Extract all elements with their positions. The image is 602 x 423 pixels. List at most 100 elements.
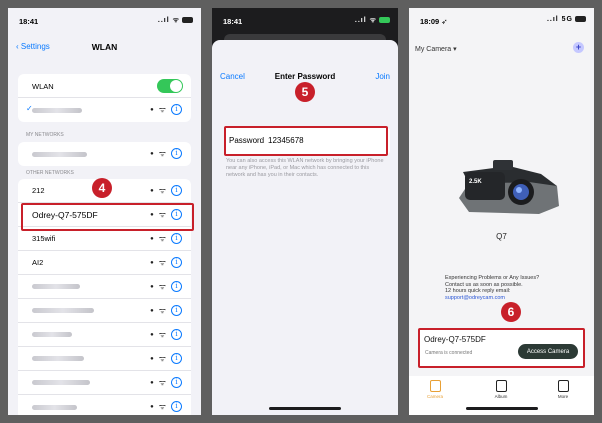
lock-icon: ● [150,331,154,338]
network-row-redacted[interactable]: ● ᯤ i [18,299,191,323]
lock-icon: ● [150,259,154,266]
network-icons: ● ᯤ i [150,148,182,159]
info-icon[interactable]: i [171,233,182,244]
join-button[interactable]: Join [375,72,390,81]
password-highlight-box [224,126,388,156]
status-bar: 18:41 ..ıl ᯤ [212,8,398,32]
lock-icon: ● [150,106,154,113]
home-indicator [269,407,341,410]
lock-icon: ● [150,235,154,242]
wlan-toggle-group: WLAN ✓ ● ᯤ i [18,74,191,122]
network-icons: ● ᯤ i [150,233,182,244]
more-tab-icon [557,380,569,392]
my-networks-group: ● ᯤ i [18,142,191,166]
info-icon[interactable]: i [171,281,182,292]
wifi-icon: ᯤ [158,330,166,339]
battery-icon [575,16,586,23]
info-icon[interactable]: i [171,329,182,340]
tab-label: Camera [426,394,443,399]
status-icons-text: ..ıl 5G [546,16,573,23]
wifi-icon: ᯤ [158,105,166,114]
network-icons: ● ᯤ i [150,185,182,196]
lock-icon: ● [150,283,154,290]
password-hint: You can also access this WLAN network by… [226,158,384,178]
tab-camera[interactable]: Camera [415,380,455,399]
tab-label: More [557,394,569,399]
wifi-icon: ᯤ [158,402,166,411]
add-device-icon[interactable]: + [573,42,584,53]
network-icons: ● ᯤ i [150,401,182,412]
signal-wifi-icon: ..ıl ᯤ [355,16,390,25]
redacted-network-name [32,404,77,410]
lock-icon: ● [150,403,154,410]
connected-network-row[interactable]: ✓ ● ᯤ i [18,98,191,122]
network-row-redacted[interactable]: ● ᯤ i [18,395,191,415]
network-name: 212 [32,186,45,195]
network-row-redacted[interactable]: ● ᯤ i [18,275,191,299]
status-icons-text: ..ıl ᯤ [354,17,377,24]
network-row-ai2[interactable]: AI2 ● ᯤ i [18,251,191,275]
redacted-network-name [32,380,90,385]
wifi-icon: ᯤ [158,186,166,195]
info-icon[interactable]: i [171,401,182,412]
wlan-toggle-row: WLAN [18,74,191,98]
network-row-redacted[interactable]: ● ᯤ i [18,347,191,371]
network-icons: ● ᯤ i [150,257,182,268]
redacted-network-name [32,332,72,337]
support-email-link[interactable]: support@odreycam.com [445,295,539,302]
lock-icon: ● [150,307,154,314]
camera-model: Q7 [496,232,507,241]
my-networks-header: MY NETWORKS [26,132,64,138]
network-name: AI2 [32,258,44,267]
album-tab-icon [495,380,507,392]
redacted-network-name [32,284,80,289]
info-icon[interactable]: i [171,104,182,115]
info-icon[interactable]: i [171,257,182,268]
info-icon[interactable]: i [171,185,182,196]
status-bar: 18:09 ➶ ..ıl 5G [409,8,594,32]
network-highlight-box [21,203,194,231]
tab-album[interactable]: Album [481,380,521,399]
network-icons: ● ᯤ i [150,377,182,388]
network-icons: ● ᯤ i [150,104,182,115]
info-icon[interactable]: i [171,353,182,364]
step-badge-6: 6 [501,302,521,322]
wifi-icon: ᯤ [158,258,166,267]
checkmark-icon: ✓ [26,104,33,113]
step-badge-5: 5 [295,82,315,102]
home-indicator [465,407,538,410]
network-name: 315wifi [32,234,56,243]
wifi-icon: ᯤ [158,282,166,291]
info-icon[interactable]: i [171,377,182,388]
status-time: 18:09 ➶ [420,17,448,26]
wifi-icon: ᯤ [158,234,166,243]
wifi-icon: ᯤ [158,306,166,315]
redacted-network-name [32,308,94,313]
network-row-redacted[interactable]: ● ᯤ i [18,323,191,347]
tab-more[interactable]: More [543,380,583,399]
redacted-network-name [32,107,82,113]
wlan-toggle[interactable] [157,79,183,93]
redacted-network-name [32,356,84,361]
help-line-1: Experiencing Problems or Any Issues? [445,275,540,281]
camera-app-screen: 18:09 ➶ ..ıl 5G My Camera ▾ + 2.5K Q7 Ex… [409,8,594,415]
camera-tab-icon [429,380,441,392]
info-icon[interactable]: i [171,305,182,316]
tab-label: Album [494,394,508,399]
resolution-label: 2.5K [469,179,482,185]
nav-bar: ‹ Settings WLAN [8,38,201,58]
network-row-redacted[interactable]: ● ᯤ i [18,371,191,395]
status-bar: 18:41 ..ıl ᯤ [8,8,201,32]
other-networks-header: OTHER NETWORKS [26,170,74,176]
lock-icon: ● [150,150,154,157]
enter-password-screen: 18:41 ..ıl ᯤ Cancel Enter Password Join … [212,8,398,415]
my-network-row[interactable]: ● ᯤ i [18,142,191,166]
sheet-title: Enter Password [274,72,336,81]
lock-icon: ● [150,379,154,386]
signal-wifi-icon: ..ıl 5G [547,16,586,23]
network-icons: ● ᯤ i [150,281,182,292]
status-time: 18:41 [223,17,243,26]
info-icon[interactable]: i [171,148,182,159]
my-camera-dropdown[interactable]: My Camera ▾ [415,45,457,53]
status-time: 18:41 [19,17,39,26]
